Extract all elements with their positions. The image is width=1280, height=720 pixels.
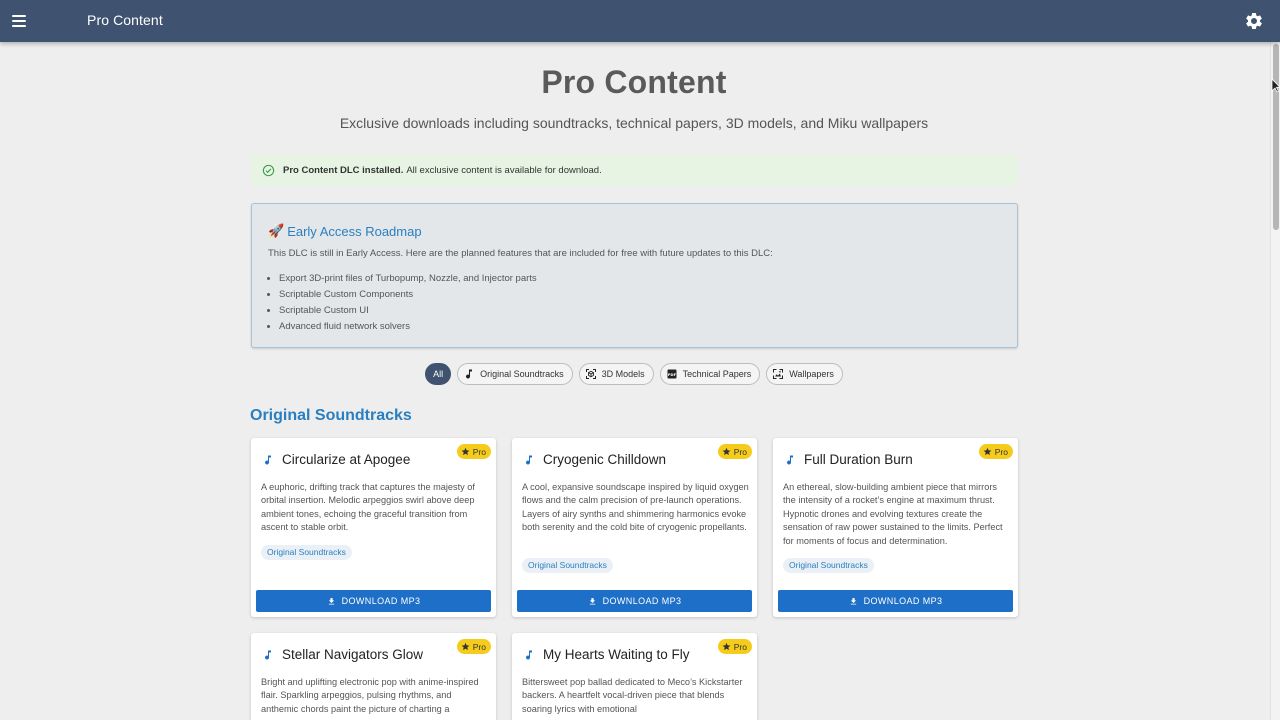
filter-3d-models[interactable]: 3D Models [578,363,654,385]
roadmap-panel: 🚀 Early Access Roadmap This DLC is still… [251,203,1018,348]
card-title: Stellar Navigators Glow [282,647,424,662]
music-note-icon [466,369,473,379]
roadmap-item: Advanced fluid network solvers [279,319,537,335]
filter-all[interactable]: All [425,363,452,385]
scrollbar-thumb[interactable] [1273,44,1279,230]
alert-bold-text: Pro Content DLC installed. [283,164,404,176]
soundtrack-card: Full Duration Burn Pro An ethereal, slow… [773,438,1018,617]
filter-3d-models-label: 3D Models [601,369,645,379]
card-description: Bright and uplifting electronic pop with… [261,677,479,714]
card-description: A cool, expansive soundscape inspired by… [522,482,749,533]
page-title: Pro Content [541,64,727,100]
roadmap-title: 🚀 Early Access Roadmap [268,223,422,239]
pro-badge: Pro [978,444,1013,459]
filter-soundtracks-label: Original Soundtracks [480,369,564,379]
mouse-cursor-icon [1272,79,1280,93]
download-icon [589,597,595,604]
card-title: Circularize at Apogee [282,452,411,467]
music-note-icon [526,650,532,660]
soundtrack-card: Cryogenic Chilldown Pro A cool, expansiv… [512,438,757,617]
page-subtitle: Exclusive downloads including soundtrack… [339,115,929,131]
wallpaper-icon [773,369,784,379]
star-icon [722,642,731,651]
filter-soundtracks[interactable]: Original Soundtracks [457,363,573,385]
main-content: Pro Content Exclusive downloads includin… [0,42,1270,720]
filter-technical-papers[interactable]: PDF Technical Papers [659,363,761,385]
soundtrack-card: My Hearts Waiting to Fly Pro Bittersweet… [512,633,757,720]
pro-badge: Pro [717,639,752,654]
vertical-scrollbar[interactable] [1270,42,1280,720]
roadmap-list: Export 3D-print files of Turbopump, Nozz… [279,271,537,335]
star-icon [722,447,731,456]
card-description: Bittersweet pop ballad dedicated to Meco… [522,677,743,714]
filter-wallpapers-label: Wallpapers [789,369,834,379]
pro-badge-label: Pro [472,446,486,457]
filter-chips: All Original Soundtracks 3D Models PDF T… [0,363,1268,385]
svg-text:PDF: PDF [667,373,676,377]
download-mp3-button[interactable]: DOWNLOAD MP3 [517,590,752,612]
filter-wallpapers[interactable]: Wallpapers [766,363,843,385]
soundtrack-card: Circularize at Apogee Pro A euphoric, dr… [251,438,496,617]
pro-badge: Pro [456,639,491,654]
card-header: Full Duration Burn [784,452,913,467]
alert-text: All exclusive content is available for d… [406,164,602,176]
category-tag: Original Soundtracks [522,558,613,573]
pdf-icon: PDF [667,369,676,379]
download-icon [328,597,334,604]
star-icon [461,642,470,651]
app-title: Pro Content [87,12,163,28]
card-header: Stellar Navigators Glow [262,647,423,662]
download-mp3-button[interactable]: DOWNLOAD MP3 [256,590,491,612]
music-note-icon [265,455,271,465]
3d-rotation-icon [585,369,596,379]
menu-icon[interactable] [12,11,30,31]
star-icon [461,447,470,456]
check-circle-icon [262,164,275,176]
card-header: My Hearts Waiting to Fly [523,647,690,662]
card-description: A euphoric, drifting track that captures… [261,482,475,533]
pro-badge: Pro [456,444,491,459]
card-title: Cryogenic Chilldown [543,452,667,467]
pro-badge-label: Pro [733,641,747,652]
app-bar: Pro Content [0,0,1280,42]
filter-technical-papers-label: Technical Papers [682,369,752,379]
download-button-label: DOWNLOAD MP3 [863,596,943,606]
download-icon [850,597,856,604]
card-title: My Hearts Waiting to Fly [543,647,690,662]
gear-icon[interactable] [1244,11,1264,31]
music-note-icon [526,455,532,465]
pro-badge-label: Pro [733,446,747,457]
music-note-icon [265,650,271,660]
roadmap-item: Export 3D-print files of Turbopump, Nozz… [279,271,537,287]
card-title: Full Duration Burn [804,452,913,467]
category-tag: Original Soundtracks [261,545,352,560]
category-tag: Original Soundtracks [783,558,874,573]
roadmap-item: Scriptable Custom Components [279,287,537,303]
roadmap-item: Scriptable Custom UI [279,303,537,319]
section-title: Original Soundtracks [250,407,412,424]
roadmap-description: This DLC is still in Early Access. Here … [268,248,773,259]
pro-badge-label: Pro [472,641,486,652]
download-mp3-button[interactable]: DOWNLOAD MP3 [778,590,1013,612]
roadmap-title-text: Early Access Roadmap [287,223,422,239]
download-button-label: DOWNLOAD MP3 [602,596,682,606]
pro-badge-label: Pro [994,446,1008,457]
rocket-icon: 🚀 [268,223,285,238]
success-alert: Pro Content DLC installed. All exclusive… [251,154,1018,186]
filter-all-label: All [433,369,444,379]
music-note-icon [787,455,793,465]
card-header: Cryogenic Chilldown [523,452,666,467]
card-description: An ethereal, slow-building ambient piece… [783,482,1003,546]
pro-badge: Pro [717,444,752,459]
soundtrack-card: Stellar Navigators Glow Pro Bright and u… [251,633,496,720]
download-button-label: DOWNLOAD MP3 [341,596,421,606]
star-icon [983,447,992,456]
card-header: Circularize at Apogee [262,452,410,467]
